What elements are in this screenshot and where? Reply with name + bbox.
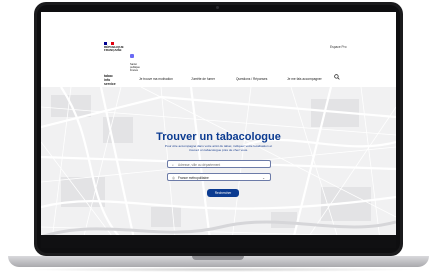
government-logo-text: RÉPUBLIQUE FRANÇAISE bbox=[104, 45, 124, 53]
nav-item-questions[interactable]: Questions / Réponses bbox=[236, 77, 267, 81]
globe-icon: ◎ bbox=[172, 175, 176, 180]
location-input-placeholder: Adresse, ville ou département bbox=[178, 163, 221, 167]
region-select[interactable]: ◎ France métropolitaine ⌄ bbox=[167, 173, 271, 181]
chevron-down-icon: ⌄ bbox=[262, 175, 265, 180]
nav-item-arreter[interactable]: J'arrête de fumer bbox=[191, 77, 215, 81]
site-header: RÉPUBLIQUE FRANÇAISE Santé publique Fran… bbox=[41, 12, 396, 85]
espace-pro-link[interactable]: Espace Pro bbox=[330, 45, 346, 49]
page-title: Trouver un tabacologue bbox=[156, 131, 281, 143]
location-input[interactable]: ⌕ Adresse, ville ou département bbox=[167, 160, 271, 168]
nav-item-motivation[interactable]: Je trouve ma motivation bbox=[139, 77, 173, 81]
laptop-base-notch bbox=[192, 256, 244, 260]
partner-logo[interactable]: Santé publique France bbox=[130, 45, 144, 72]
camera-icon bbox=[216, 6, 219, 9]
site-brand-logo[interactable]: tabac info service bbox=[104, 74, 118, 86]
page-subtitle: Pour être accompagné dans votre arrêt du… bbox=[164, 144, 273, 153]
search-button[interactable]: Rechercher bbox=[207, 189, 239, 197]
government-logo[interactable]: RÉPUBLIQUE FRANÇAISE bbox=[104, 42, 124, 60]
search-icon[interactable] bbox=[334, 74, 340, 80]
hero-map-section: Trouver un tabacologue Pour être accompa… bbox=[41, 87, 396, 248]
location-pin-icon: ⌕ bbox=[172, 162, 174, 167]
region-select-value: France métropolitaine bbox=[178, 176, 209, 180]
screen-bottom-band bbox=[41, 235, 396, 248]
nav-item-accompagner[interactable]: Je me fais accompagner bbox=[287, 77, 322, 81]
partner-mark-icon bbox=[130, 54, 134, 58]
browser-screen: RÉPUBLIQUE FRANÇAISE Santé publique Fran… bbox=[41, 12, 396, 248]
laptop-shadow bbox=[20, 267, 417, 272]
partner-logo-text: Santé publique France bbox=[130, 63, 140, 72]
